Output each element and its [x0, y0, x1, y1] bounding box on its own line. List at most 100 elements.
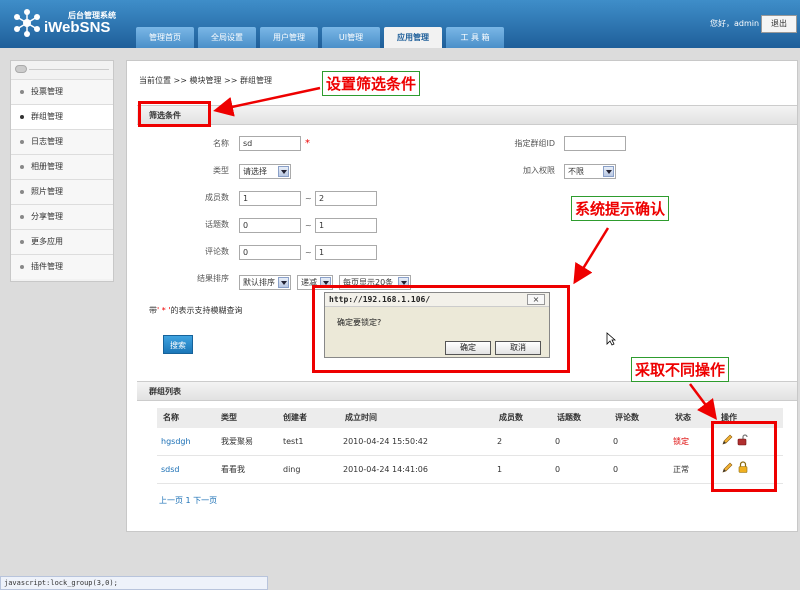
hint-star: ' * '	[157, 306, 171, 315]
col-name: 名称	[163, 413, 179, 422]
tab-user-management[interactable]: 用户管理	[260, 27, 318, 48]
annotation-label-ops: 采取不同操作	[631, 357, 730, 382]
top-header: 后台管理系统 iWebSNS 管理首页 全局设置 用户管理 UI管理 应用管理 …	[0, 0, 800, 48]
hint-suffix: 的表示支持模糊查询	[170, 306, 243, 315]
col-creator: 创建者	[283, 413, 307, 422]
sidebar-item-logs[interactable]: 日志管理	[11, 129, 113, 154]
comments-label: 评论数	[205, 247, 229, 256]
sidebar-collapse-handle[interactable]	[15, 65, 27, 73]
chevron-down-icon	[278, 166, 289, 177]
group-comments: 0	[613, 465, 619, 474]
topics-max-input[interactable]: 1	[315, 218, 377, 233]
members-min-input[interactable]: 1	[239, 191, 301, 206]
tab-toolbox[interactable]: 工 具 箱	[446, 27, 504, 48]
sidebar: 投票管理 群组管理 日志管理 相册管理 照片管理 分享管理 更多应用 插件管理	[10, 60, 114, 282]
bullet-icon	[20, 190, 24, 194]
group-name-link[interactable]: sdsd	[161, 456, 180, 484]
sidebar-item-label: 分享管理	[31, 212, 63, 221]
comments-max-input[interactable]: 1	[315, 245, 377, 260]
name-input[interactable]: sd	[239, 136, 301, 151]
sort-field-select[interactable]: 默认排序	[239, 275, 291, 290]
type-select[interactable]: 请选择	[239, 164, 291, 179]
sidebar-item-votes[interactable]: 投票管理	[11, 79, 113, 104]
tab-home[interactable]: 管理首页	[136, 27, 194, 48]
breadcrumb: 当前位置 >> 模块管理 >> 群组管理	[139, 76, 272, 85]
search-button[interactable]: 搜索	[163, 335, 193, 354]
sidebar-item-photos[interactable]: 照片管理	[11, 179, 113, 204]
type-label: 类型	[213, 166, 229, 175]
group-created: 2010-04-24 15:50:42	[343, 437, 428, 446]
sidebar-item-label: 日志管理	[31, 137, 63, 146]
group-type: 看看我	[221, 465, 245, 474]
status-badge: 正常	[673, 465, 689, 474]
logo-mark-icon	[14, 9, 40, 37]
mouse-cursor-icon	[606, 332, 616, 346]
join-permission-label: 加入权限	[523, 166, 555, 175]
bullet-icon	[20, 115, 24, 119]
required-mark: *	[305, 138, 310, 149]
pagination[interactable]: 上一页 1 下一页	[159, 495, 217, 506]
group-members: 2	[497, 437, 503, 446]
fuzzy-search-hint: 带' * '的表示支持模糊查询	[149, 305, 242, 316]
sidebar-item-albums[interactable]: 相册管理	[11, 154, 113, 179]
sidebar-item-label: 相册管理	[31, 162, 63, 171]
group-type: 我爱聚易	[221, 437, 253, 446]
group-id-label: 指定群组ID	[514, 139, 555, 148]
annotation-label-dialog: 系统提示确认	[571, 196, 670, 221]
bullet-icon	[20, 240, 24, 244]
group-created: 2010-04-24 14:41:06	[343, 465, 428, 474]
bullet-icon	[20, 90, 24, 94]
col-comments: 评论数	[615, 413, 639, 422]
chevron-down-icon	[603, 166, 614, 177]
sort-field-value: 默认排序	[243, 278, 275, 287]
tab-global-settings[interactable]: 全局设置	[198, 27, 256, 48]
members-label: 成员数	[205, 193, 229, 202]
comments-min-input[interactable]: 0	[239, 245, 301, 260]
range-separator: ~	[305, 248, 312, 257]
browser-status-bar: javascript:lock_group(3,0);	[0, 576, 268, 590]
bullet-icon	[20, 165, 24, 169]
sidebar-item-label: 投票管理	[31, 87, 63, 96]
group-members: 1	[497, 465, 503, 474]
col-created: 成立时间	[345, 413, 377, 422]
members-max-input[interactable]: 2	[315, 191, 377, 206]
range-separator: ~	[305, 194, 312, 203]
chevron-down-icon	[278, 277, 289, 288]
sidebar-item-shares[interactable]: 分享管理	[11, 204, 113, 229]
bullet-icon	[20, 265, 24, 269]
group-name-link[interactable]: hgsdgh	[161, 428, 191, 456]
sort-label: 结果排序	[197, 274, 229, 283]
col-topics: 话题数	[557, 413, 581, 422]
sidebar-divider	[29, 69, 109, 70]
sidebar-item-label: 插件管理	[31, 262, 63, 271]
tab-app-management[interactable]: 应用管理	[384, 27, 442, 48]
user-greeting: 您好，admin	[710, 19, 760, 28]
group-creator: test1	[283, 437, 304, 446]
group-id-input[interactable]	[564, 136, 626, 151]
table-header: 名称 类型 创建者 成立时间 成员数 话题数 评论数 状态 操作	[157, 408, 783, 428]
sidebar-item-plugins[interactable]: 插件管理	[11, 254, 113, 279]
annotation-box-actions	[711, 421, 777, 492]
join-permission-select[interactable]: 不限	[564, 164, 616, 179]
logout-button[interactable]: 退出	[761, 15, 797, 33]
col-type: 类型	[221, 413, 237, 422]
group-creator: ding	[283, 465, 301, 474]
status-badge: 锁定	[673, 437, 689, 446]
table-row: hgsdgh 我爱聚易 test1 2010-04-24 15:50:42 2 …	[157, 428, 783, 456]
type-select-value: 请选择	[243, 167, 267, 176]
sidebar-item-label: 照片管理	[31, 187, 63, 196]
logo-brand: iWebSNS	[44, 19, 111, 36]
annotation-label-filter: 设置筛选条件	[322, 71, 421, 96]
topics-label: 话题数	[205, 220, 229, 229]
range-separator: ~	[305, 221, 312, 230]
topics-min-input[interactable]: 0	[239, 218, 301, 233]
sidebar-item-more-apps[interactable]: 更多应用	[11, 229, 113, 254]
group-list-heading: 群组列表	[137, 381, 797, 401]
name-label: 名称	[213, 139, 229, 148]
sidebar-item-groups[interactable]: 群组管理	[11, 104, 113, 129]
hint-prefix: 带	[149, 306, 157, 315]
tab-ui-management[interactable]: UI管理	[322, 27, 380, 48]
group-comments: 0	[613, 437, 619, 446]
filter-section-heading: 筛选条件	[137, 105, 797, 125]
table-row: sdsd 看看我 ding 2010-04-24 14:41:06 1 0 0 …	[157, 456, 783, 484]
